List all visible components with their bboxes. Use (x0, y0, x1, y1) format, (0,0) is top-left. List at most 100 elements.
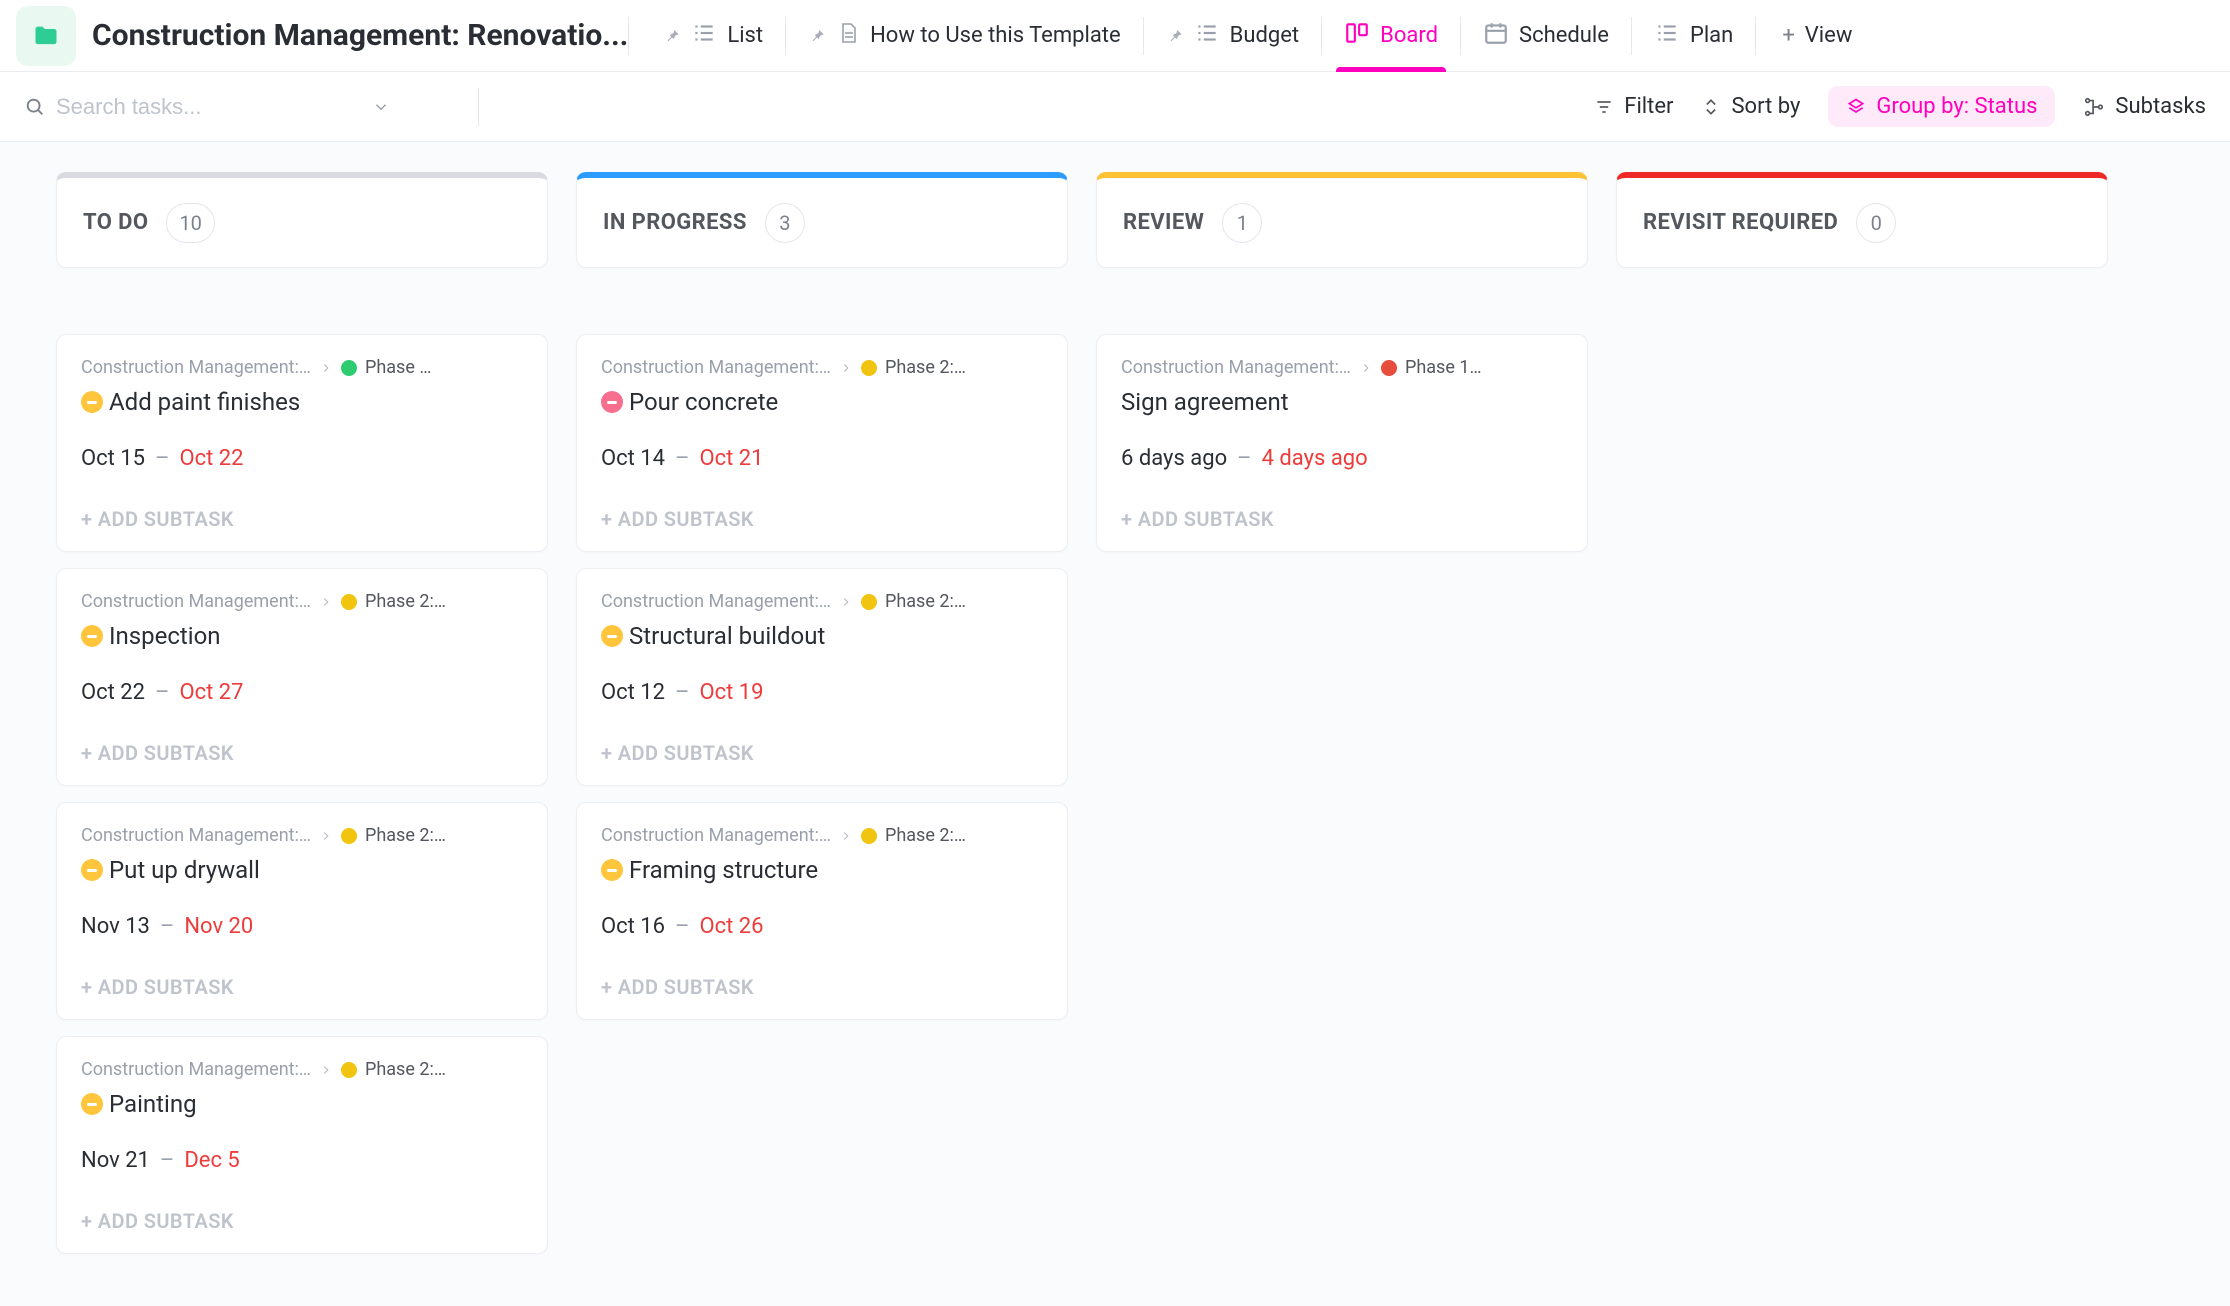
column-count: 0 (1856, 203, 1896, 243)
chevron-right-icon (319, 595, 333, 609)
add-subtask-button[interactable]: ADD SUBTASK (601, 507, 1043, 531)
cards-container: Construction Management: Ren…Phase … Add … (56, 334, 548, 1254)
task-card[interactable]: Construction Management: R…Phase 2:… Fram… (576, 802, 1068, 1020)
add-subtask-button[interactable]: ADD SUBTASK (601, 975, 1043, 999)
task-card[interactable]: Construction Management: Ren…Phase 1…Sig… (1096, 334, 1588, 552)
tab-label: Plan (1690, 23, 1733, 48)
task-title: Framing structure (629, 856, 818, 884)
breadcrumb[interactable]: Construction Management: R…Phase 2:… (601, 825, 1043, 846)
chevron-right-icon (319, 829, 333, 843)
due-date: Oct 27 (179, 680, 243, 705)
tab-how-to-use-this-template[interactable]: How to Use this Template (786, 0, 1143, 71)
tab-list[interactable]: List (641, 0, 785, 71)
chevron-right-icon (319, 361, 333, 375)
breadcrumb-phase: Phase 2:… (365, 591, 523, 612)
tab-plan[interactable]: Plan (1632, 0, 1755, 71)
phase-dot (341, 1062, 357, 1078)
date-separator: – (155, 446, 169, 471)
header-bar: Construction Management: Renovatio... Li… (0, 0, 2230, 72)
task-card[interactable]: Construction Management: R…Phase 2:…Put … (56, 802, 548, 1020)
add-view-button[interactable]: + View (1756, 23, 1878, 48)
breadcrumb-phase: Phase … (365, 357, 523, 378)
tab-label: List (727, 23, 763, 48)
task-title: Add paint finishes (109, 388, 300, 416)
breadcrumb-phase: Phase 1… (1405, 357, 1563, 378)
phase-dot (861, 828, 877, 844)
breadcrumb-phase: Phase 2:… (365, 1059, 523, 1080)
breadcrumb-root: Construction Management: R… (81, 825, 311, 846)
toolbar-right: Filter Sort by Group by: Status Subtasks (1594, 86, 2206, 127)
board-icon (1344, 20, 1370, 52)
separator (628, 17, 629, 55)
subtasks-button[interactable]: Subtasks (2083, 94, 2206, 119)
add-subtask-button[interactable]: ADD SUBTASK (81, 507, 523, 531)
start-date: Nov 13 (81, 914, 150, 939)
filter-button[interactable]: Filter (1594, 94, 1673, 119)
task-card[interactable]: Construction Management: Ren…Phase … Add … (56, 334, 548, 552)
task-dates[interactable]: Nov 13–Nov 20 (81, 914, 523, 939)
task-dates[interactable]: Nov 21–Dec 5 (81, 1148, 523, 1173)
task-dates[interactable]: Oct 12–Oct 19 (601, 680, 1043, 705)
separator (478, 88, 479, 126)
tab-board[interactable]: Board (1322, 0, 1460, 71)
column-title: REVIEW (1123, 210, 1204, 235)
breadcrumb[interactable]: Construction Management: R…Phase 2:… (601, 357, 1043, 378)
task-title: Inspection (109, 622, 221, 650)
pin-icon (663, 27, 681, 45)
due-date: Oct 19 (699, 680, 763, 705)
task-card[interactable]: Construction Management: R…Phase 2:…Pain… (56, 1036, 548, 1254)
chevron-right-icon (839, 361, 853, 375)
pin-icon (1166, 27, 1184, 45)
list-icon (1194, 20, 1220, 52)
due-date: 4 days ago (1262, 446, 1368, 471)
breadcrumb[interactable]: Construction Management: R…Phase 2:… (81, 1059, 523, 1080)
breadcrumb[interactable]: Construction Management: Ren…Phase … (81, 357, 523, 378)
breadcrumb-root: Construction Management: R… (601, 825, 831, 846)
column-header[interactable]: TO DO10 (56, 172, 548, 268)
search-options-button[interactable] (366, 98, 396, 116)
start-date: Oct 14 (601, 446, 665, 471)
priority-icon (601, 625, 623, 647)
breadcrumb-phase: Phase 2:… (365, 825, 523, 846)
add-subtask-button[interactable]: ADD SUBTASK (1121, 507, 1563, 531)
column-header[interactable]: REVIEW1 (1096, 172, 1588, 268)
task-card[interactable]: Construction Management: R…Phase 2:…Pour… (576, 334, 1068, 552)
sort-button[interactable]: Sort by (1701, 94, 1800, 119)
task-dates[interactable]: Oct 16–Oct 26 (601, 914, 1043, 939)
date-separator: – (675, 680, 689, 705)
add-subtask-button[interactable]: ADD SUBTASK (81, 741, 523, 765)
breadcrumb-root: Construction Management: R… (601, 357, 831, 378)
due-date: Nov 20 (184, 914, 253, 939)
tab-budget[interactable]: Budget (1144, 0, 1321, 71)
cards-container: Construction Management: R…Phase 2:…Pour… (576, 334, 1068, 1020)
tab-schedule[interactable]: Schedule (1461, 0, 1631, 71)
group-by-button[interactable]: Group by: Status (1828, 86, 2055, 127)
task-dates[interactable]: Oct 15–Oct 22 (81, 446, 523, 471)
task-card[interactable]: Construction Management: R…Phase 2:… Insp… (56, 568, 548, 786)
breadcrumb[interactable]: Construction Management: Ren…Phase 1… (1121, 357, 1563, 378)
add-subtask-button[interactable]: ADD SUBTASK (81, 1209, 523, 1233)
page-title[interactable]: Construction Management: Renovatio... (92, 18, 628, 53)
breadcrumb[interactable]: Construction Management: R…Phase 2:… (601, 591, 1043, 612)
column-header[interactable]: REVISIT REQUIRED0 (1616, 172, 2108, 268)
breadcrumb[interactable]: Construction Management: R… Phase 2:… (81, 825, 523, 846)
priority-icon (81, 625, 103, 647)
folder-icon[interactable] (16, 6, 76, 66)
search-wrap (24, 94, 464, 120)
breadcrumb[interactable]: Construction Management: R…Phase 2:… (81, 591, 523, 612)
add-subtask-button[interactable]: ADD SUBTASK (601, 741, 1043, 765)
task-dates[interactable]: Oct 14–Oct 21 (601, 446, 1043, 471)
priority-icon (601, 391, 623, 413)
task-dates[interactable]: 6 days ago–4 days ago (1121, 446, 1563, 471)
filter-icon (1594, 97, 1614, 117)
search-input[interactable] (56, 94, 356, 120)
task-card[interactable]: Construction Management: R…Phase 2:…Stru… (576, 568, 1068, 786)
chevron-right-icon (839, 829, 853, 843)
add-subtask-button[interactable]: ADD SUBTASK (81, 975, 523, 999)
start-date: Oct 12 (601, 680, 665, 705)
task-dates[interactable]: Oct 22–Oct 27 (81, 680, 523, 705)
tab-label: How to Use this Template (870, 23, 1121, 48)
column-header[interactable]: IN PROGRESS3 (576, 172, 1068, 268)
tab-label: Schedule (1519, 23, 1609, 48)
column-revisit-required: REVISIT REQUIRED0 (1616, 172, 2108, 334)
